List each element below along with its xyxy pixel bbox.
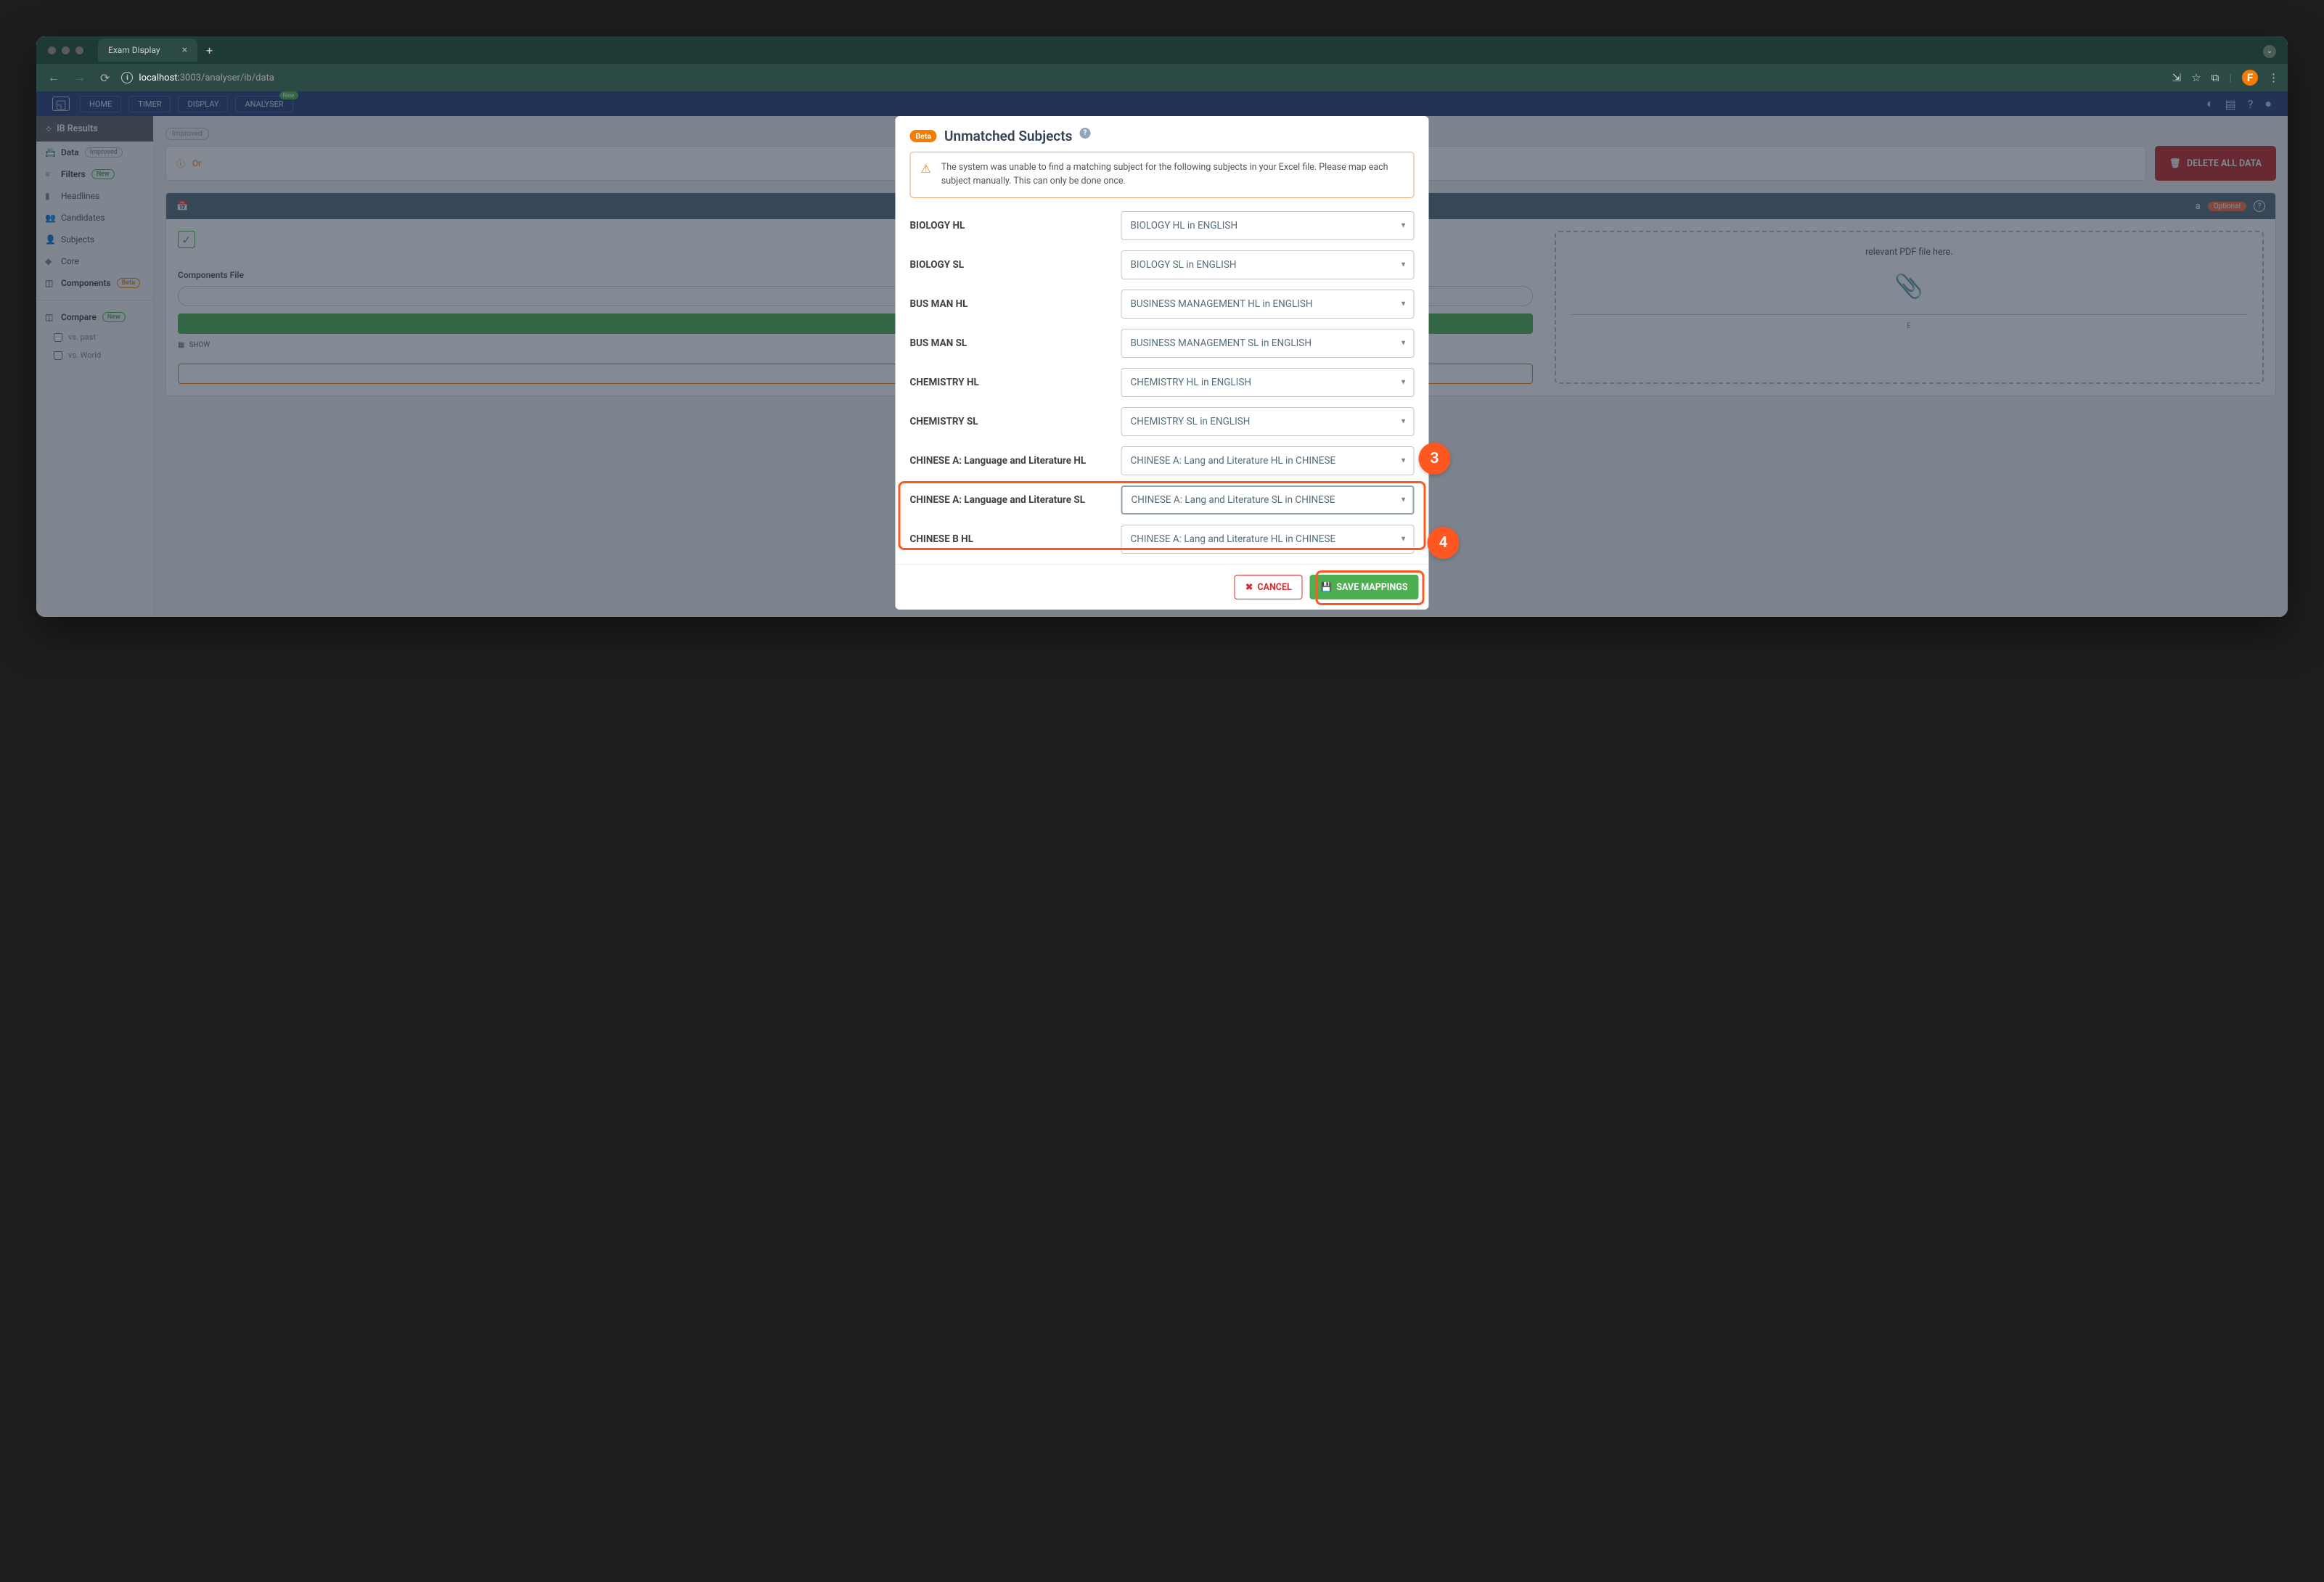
mapping-row: CHEMISTRY HL CHEMISTRY HL in ENGLISH ▼ xyxy=(906,368,1419,397)
select-box[interactable]: CHEMISTRY SL in ENGLISH xyxy=(1121,407,1415,436)
select-box[interactable]: CHINESE A: Lang and Literature SL in CHI… xyxy=(1121,564,1415,565)
subject-label: BUS MAN SL xyxy=(910,337,1110,349)
chevron-down-icon: ▼ xyxy=(1400,300,1407,308)
mapping-row: BIOLOGY HL BIOLOGY HL in ENGLISH ▼ xyxy=(906,211,1419,240)
tab-close-icon[interactable]: × xyxy=(182,44,187,56)
modal-header: Beta Unmatched Subjects ? xyxy=(896,116,1429,152)
mapping-row: CHINESE B HL CHINESE A: Lang and Literat… xyxy=(906,525,1419,554)
warning-text: The system was unable to find a matching… xyxy=(941,161,1404,189)
subject-label: CHINESE B HL xyxy=(910,533,1110,545)
subject-label: BIOLOGY HL xyxy=(910,220,1110,231)
chevron-down-icon: ▼ xyxy=(1400,417,1407,425)
modal-body[interactable]: ⚠ The system was unable to find a matchi… xyxy=(896,152,1429,564)
select-box[interactable]: CHINESE A: Lang and Literature HL in CHI… xyxy=(1121,525,1415,554)
subject-label: BUS MAN HL xyxy=(910,298,1110,310)
new-tab-icon[interactable]: + xyxy=(206,44,213,57)
chevron-down-icon: ▼ xyxy=(1400,496,1407,504)
chevron-down-icon: ▼ xyxy=(1400,535,1407,543)
browser-tab[interactable]: Exam Display × xyxy=(98,38,197,62)
subject-label: CHINESE A: Language and Literature HL xyxy=(910,455,1110,467)
minimize-icon[interactable] xyxy=(62,46,70,54)
select-box[interactable]: CHEMISTRY HL in ENGLISH xyxy=(1121,368,1415,397)
unmatched-subjects-modal: Beta Unmatched Subjects ? ⚠ The system w… xyxy=(896,116,1429,610)
subject-label: BIOLOGY SL xyxy=(910,259,1110,271)
cancel-button[interactable]: ✖ CANCEL xyxy=(1235,575,1303,599)
menu-icon[interactable]: ⋮ xyxy=(2268,71,2279,84)
chevron-down-icon: ▼ xyxy=(1400,456,1407,464)
subject-select[interactable]: CHEMISTRY HL in ENGLISH ▼ xyxy=(1121,368,1415,397)
chevron-down-icon: ▼ xyxy=(1400,221,1407,229)
extensions-icon[interactable]: ⧉ xyxy=(2212,71,2219,84)
mapping-row: BIOLOGY SL BIOLOGY SL in ENGLISH ▼ xyxy=(906,250,1419,279)
select-box[interactable]: BIOLOGY SL in ENGLISH xyxy=(1121,250,1415,279)
subject-select[interactable]: BUSINESS MANAGEMENT SL in ENGLISH ▼ xyxy=(1121,329,1415,358)
save-label: SAVE MAPPINGS xyxy=(1336,582,1407,593)
chevron-down-icon: ▼ xyxy=(1400,261,1407,269)
install-icon[interactable]: ⇲ xyxy=(2172,71,2182,84)
cancel-label: CANCEL xyxy=(1257,582,1291,593)
url-host: localhost: xyxy=(139,73,179,83)
url-path: /analyser/ib/data xyxy=(201,73,274,83)
subject-select[interactable]: CHINESE A: Lang and Literature SL in CHI… xyxy=(1121,564,1415,565)
beta-badge: Beta xyxy=(910,130,937,142)
mapping-row: CHINESE A: Language and Literature SL CH… xyxy=(906,485,1419,515)
back-icon[interactable]: ← xyxy=(45,67,62,88)
titlebar-right: ⌄ xyxy=(2263,42,2276,58)
select-box[interactable]: CHINESE A: Lang and Literature SL in CHI… xyxy=(1121,485,1415,515)
modal-help-icon[interactable]: ? xyxy=(1079,128,1090,139)
select-box[interactable]: BUSINESS MANAGEMENT SL in ENGLISH xyxy=(1121,329,1415,358)
mapping-row: CHEMISTRY SL CHEMISTRY SL in ENGLISH ▼ xyxy=(906,407,1419,436)
url-bar: ← → ⟳ i localhost:3003/analyser/ib/data … xyxy=(36,64,2288,91)
chevron-down-icon[interactable]: ⌄ xyxy=(2263,45,2276,58)
subject-select[interactable]: BIOLOGY SL in ENGLISH ▼ xyxy=(1121,250,1415,279)
mapping-row: BUS MAN SL BUSINESS MANAGEMENT SL in ENG… xyxy=(906,329,1419,358)
select-box[interactable]: CHINESE A: Lang and Literature HL in CHI… xyxy=(1121,446,1415,475)
subject-select[interactable]: CHINESE A: Lang and Literature SL in CHI… xyxy=(1121,485,1415,515)
warning-icon: ⚠ xyxy=(921,162,931,176)
profile-avatar[interactable]: F xyxy=(2242,70,2258,86)
subject-select[interactable]: CHINESE A: Lang and Literature HL in CHI… xyxy=(1121,446,1415,475)
traffic-lights xyxy=(48,46,83,54)
mapping-row: CHINESE A: Language and Literature HL CH… xyxy=(906,446,1419,475)
subject-label: CHEMISTRY HL xyxy=(910,377,1110,388)
chevron-down-icon: ▼ xyxy=(1400,339,1407,347)
titlebar: Exam Display × + ⌄ xyxy=(36,36,2288,64)
maximize-icon[interactable] xyxy=(75,46,83,54)
site-info-icon[interactable]: i xyxy=(121,72,133,83)
browser-window: Exam Display × + ⌄ ← → ⟳ i localhost:300… xyxy=(36,36,2288,617)
warning-alert: ⚠ The system was unable to find a matchi… xyxy=(910,152,1415,198)
urlbar-actions: ⇲ ☆ ⧉ | F ⋮ xyxy=(2172,70,2279,86)
select-box[interactable]: BUSINESS MANAGEMENT HL in ENGLISH xyxy=(1121,290,1415,319)
subject-label: CHINESE A: Language and Literature SL xyxy=(910,494,1110,506)
modal-title: Unmatched Subjects xyxy=(944,128,1072,144)
save-icon: 💾 xyxy=(1321,582,1333,593)
mapping-row: BUS MAN HL BUSINESS MANAGEMENT HL in ENG… xyxy=(906,290,1419,319)
close-icon[interactable] xyxy=(48,46,56,54)
cancel-icon: ✖ xyxy=(1245,581,1253,593)
subject-select[interactable]: CHEMISTRY SL in ENGLISH ▼ xyxy=(1121,407,1415,436)
save-mappings-button[interactable]: 💾 SAVE MAPPINGS xyxy=(1310,575,1419,599)
forward-icon[interactable]: → xyxy=(71,67,89,88)
address-bar[interactable]: i localhost:3003/analyser/ib/data xyxy=(121,72,2163,83)
reload-icon[interactable]: ⟳ xyxy=(97,68,112,88)
url-port: 3003 xyxy=(180,73,201,83)
tab-title: Exam Display xyxy=(108,45,160,55)
modal-footer: ✖ CANCEL 💾 SAVE MAPPINGS xyxy=(896,564,1429,610)
tab-strip: Exam Display × + xyxy=(98,38,213,62)
subject-select[interactable]: BIOLOGY HL in ENGLISH ▼ xyxy=(1121,211,1415,240)
chevron-down-icon: ▼ xyxy=(1400,378,1407,386)
subject-select[interactable]: CHINESE A: Lang and Literature HL in CHI… xyxy=(1121,525,1415,554)
app: ◱ HOMETIMERDISPLAYANALYSERNew ◐ ▤ ? ● ⁘ … xyxy=(36,91,2288,617)
subject-label: CHEMISTRY SL xyxy=(910,416,1110,427)
subject-select[interactable]: BUSINESS MANAGEMENT HL in ENGLISH ▼ xyxy=(1121,290,1415,319)
select-box[interactable]: BIOLOGY HL in ENGLISH xyxy=(1121,211,1415,240)
bookmark-icon[interactable]: ☆ xyxy=(2191,71,2201,84)
